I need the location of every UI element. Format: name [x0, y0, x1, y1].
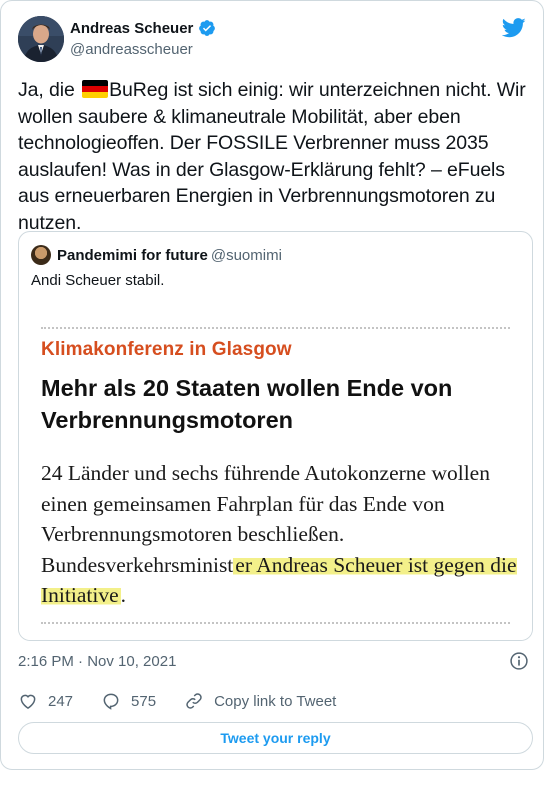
article-headline: Mehr als 20 Staaten wollen Ende von Verb…: [41, 375, 453, 433]
quoted-author-name[interactable]: Pandemimi for future: [57, 247, 208, 264]
author-handle[interactable]: @andreasscheuer: [70, 41, 193, 58]
article-body-end: .: [120, 583, 126, 607]
dotted-divider-top: [41, 327, 510, 329]
copy-link-button[interactable]: Copy link to Tweet: [184, 691, 336, 711]
reply-count: 575: [131, 692, 157, 710]
article-body: 24 Länder und sechs führende Autokonzern…: [41, 458, 526, 611]
quoted-tweet[interactable]: Pandemimi for future @suomimi Andi Scheue…: [18, 231, 533, 641]
heart-icon: [20, 694, 36, 709]
tweet-card: Andreas Scheuer @andreasscheuer Ja, die …: [0, 0, 544, 770]
quoted-author-avatar[interactable]: [31, 245, 51, 265]
article-kicker: Klimakonferenz in Glasgow: [41, 339, 292, 360]
like-button[interactable]: 247: [18, 691, 73, 711]
german-flag-emoji: [82, 80, 109, 98]
twitter-bird-icon[interactable]: [502, 17, 526, 39]
tweet-text-part-2: BuReg ist sich einig: wir unterzeichnen …: [18, 79, 526, 234]
dotted-divider-bottom: [41, 622, 510, 624]
reply-icon: [103, 693, 119, 710]
tweet-your-reply-button[interactable]: Tweet your reply: [18, 722, 533, 754]
copy-link-label: Copy link to Tweet: [214, 692, 337, 710]
reply-button[interactable]: 575: [101, 691, 156, 711]
info-icon[interactable]: [509, 651, 529, 671]
quoted-tweet-text: Andi Scheuer stabil.: [31, 272, 165, 289]
tweet-text-part-1: Ja, die: [18, 79, 81, 101]
tweet-timestamp[interactable]: 2:16 PM · Nov 10, 2021: [18, 653, 176, 670]
quoted-tweet-image[interactable]: Klimakonferenz in Glasgow Mehr als 20 St…: [19, 304, 532, 640]
author-avatar[interactable]: [18, 16, 64, 62]
verified-badge-icon: [199, 20, 216, 36]
tweet-text: Ja, die BuReg ist sich einig: wir unterz…: [18, 77, 533, 236]
tweet-actions: 247 575 Copy link to Tweet: [18, 691, 336, 711]
link-icon: [186, 693, 202, 709]
author-name[interactable]: Andreas Scheuer: [70, 20, 193, 37]
quoted-author-handle[interactable]: @suomimi: [211, 247, 282, 264]
like-count: 247: [48, 692, 74, 710]
